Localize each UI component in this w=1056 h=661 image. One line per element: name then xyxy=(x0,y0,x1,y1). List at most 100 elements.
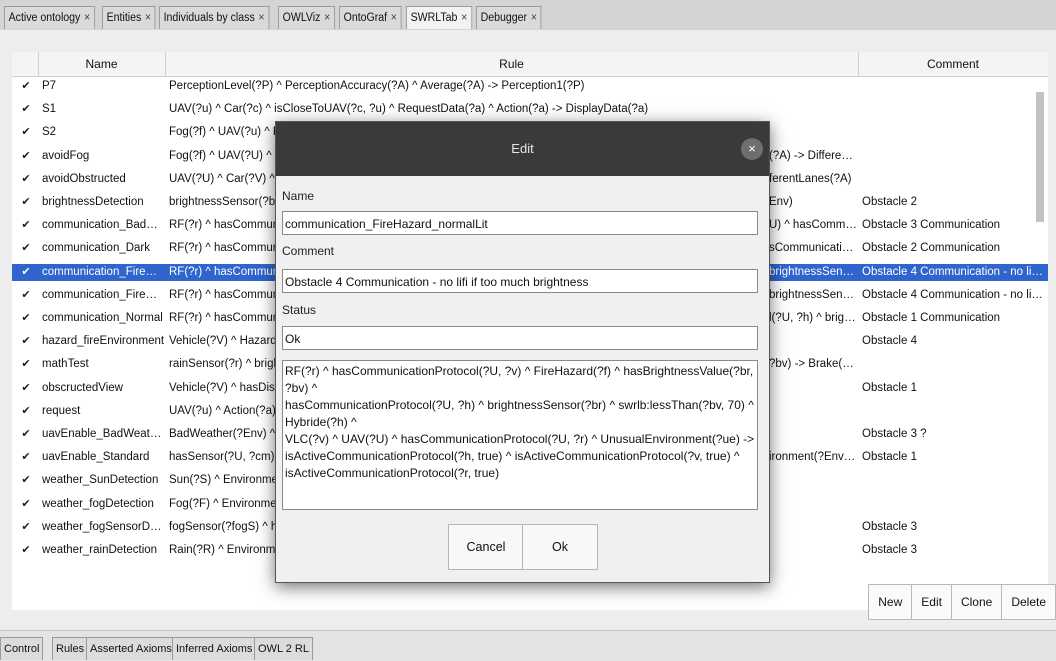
bottom-tab-bar: Control Rules Asserted Axioms Inferred Axio… xyxy=(0,630,1056,661)
close-tab-icon[interactable]: × xyxy=(391,12,397,24)
rule-body-tail: l(?U, ?h) ^ brightn... xyxy=(769,312,857,324)
header-check-col xyxy=(12,52,39,76)
rule-comment-cell xyxy=(862,496,1046,513)
table-row[interactable]: ✔ P7 PerceptionLevel(?P) ^ PerceptionAccur… xyxy=(12,78,1048,95)
enabled-checkbox[interactable]: ✔ xyxy=(20,474,32,487)
rule-name-cell: avoidObstructed xyxy=(42,172,126,185)
enabled-checkbox[interactable]: ✔ xyxy=(20,219,32,232)
close-icon[interactable]: × xyxy=(741,138,763,160)
enabled-checkbox[interactable]: ✔ xyxy=(20,289,32,302)
enabled-checkbox[interactable]: ✔ xyxy=(20,335,32,348)
rule-name-cell: weather_fogSensorDetec... xyxy=(42,520,165,533)
rule-name-cell: weather_fogDetection xyxy=(42,497,154,510)
rule-comment-cell: Obstacle 2 Communication xyxy=(862,242,1001,255)
rule-name-cell: uavEnable_Standard xyxy=(42,451,150,464)
rule-body-tail xyxy=(769,78,857,95)
ok-button[interactable]: Ok xyxy=(522,524,598,570)
workspace-tab[interactable]: OntoGraf × xyxy=(338,6,402,29)
delete-rule-button[interactable]: Delete xyxy=(1001,584,1056,620)
workspace-tab-label: Individuals by class xyxy=(163,12,255,24)
bottom-tab[interactable]: OWL 2 RL xyxy=(254,637,313,660)
rule-name-cell: communication_FireHazar... xyxy=(42,288,165,301)
rule-comment-cell: Obstacle 1 xyxy=(862,451,917,464)
workspace-tab-label: Debugger xyxy=(481,12,528,24)
enabled-checkbox[interactable]: ✔ xyxy=(20,428,32,441)
enabled-checkbox[interactable]: ✔ xyxy=(20,150,32,163)
rule-name-cell: uavEnable_BadWeather xyxy=(42,428,165,440)
status-label: Status xyxy=(282,303,317,317)
rule-comment-cell xyxy=(862,472,1046,489)
enabled-checkbox[interactable]: ✔ xyxy=(20,196,32,209)
rule-body-tail: U) ^ hasCommuni... xyxy=(769,219,857,232)
rule-body-tail: (?A) -> DifferentL... xyxy=(769,149,857,162)
enabled-checkbox[interactable]: ✔ xyxy=(20,242,32,255)
rule-text-area[interactable]: RF(?r) ^ hasCommunicationProtocol(?U, ?v… xyxy=(282,360,758,510)
rule-body-tail xyxy=(769,496,857,513)
rule-comment-cell xyxy=(862,403,1046,420)
name-label: Name xyxy=(282,189,315,203)
table-header: Name Rule Comment xyxy=(12,52,1048,77)
rule-comment-cell: Obstacle 1 Communication xyxy=(862,312,1001,324)
rule-body-tail: Env) xyxy=(769,196,793,208)
bottom-tab[interactable]: Asserted Axioms xyxy=(86,637,176,660)
workspace-tab[interactable]: Entities × xyxy=(101,6,156,29)
rule-comment-cell xyxy=(862,124,1046,141)
close-tab-icon[interactable]: × xyxy=(531,12,537,24)
workspace-tab[interactable]: Debugger × xyxy=(476,6,542,29)
enabled-checkbox[interactable]: ✔ xyxy=(20,266,32,279)
enabled-checkbox[interactable]: ✔ xyxy=(20,405,32,418)
table-row[interactable]: ✔ S1 UAV(?u) ^ Car(?c) ^ isCloseToUAV(?c, … xyxy=(12,101,1048,118)
comment-field[interactable]: Obstacle 4 Communication - no lifi if to… xyxy=(282,269,758,293)
rule-name-cell: avoidFog xyxy=(42,149,90,162)
rule-body-tail xyxy=(769,519,857,536)
enabled-checkbox[interactable]: ✔ xyxy=(20,126,32,139)
workspace-tab[interactable]: Active ontology × xyxy=(4,6,95,29)
workspace-tab-label: Entities xyxy=(106,12,142,24)
edit-rule-button[interactable]: Edit xyxy=(911,584,952,620)
rule-comment-cell: Obstacle 2 xyxy=(862,196,917,208)
workspace-tab-bar: Active ontology × Entities × Individuals by … xyxy=(0,0,1056,30)
close-tab-icon[interactable]: × xyxy=(259,12,265,24)
close-tab-icon[interactable]: × xyxy=(461,12,467,24)
enabled-checkbox[interactable]: ✔ xyxy=(20,80,32,93)
clone-rule-button[interactable]: Clone xyxy=(950,584,1003,620)
bottom-tab[interactable]: Inferred Axioms xyxy=(172,637,257,660)
workspace-tab[interactable]: OWLViz × xyxy=(277,6,335,29)
cancel-button[interactable]: Cancel xyxy=(448,524,524,570)
workspace-tabs: Active ontology × Entities × Individuals by … xyxy=(4,6,547,30)
close-tab-icon[interactable]: × xyxy=(84,12,90,24)
enabled-checkbox[interactable]: ✔ xyxy=(20,451,32,464)
rule-name-cell: obscructedView xyxy=(42,381,123,394)
enabled-checkbox[interactable]: ✔ xyxy=(20,498,32,511)
rule-body-tail: brightnessSensor... xyxy=(769,288,857,301)
header-name[interactable]: Name xyxy=(38,52,166,76)
header-rule[interactable]: Rule xyxy=(165,52,859,76)
enabled-checkbox[interactable]: ✔ xyxy=(20,544,32,557)
rule-name-cell: communication_Normal xyxy=(42,312,163,324)
enabled-checkbox[interactable]: ✔ xyxy=(20,312,32,325)
header-comment[interactable]: Comment xyxy=(858,52,1048,76)
rule-body-tail xyxy=(769,403,857,420)
enabled-checkbox[interactable]: ✔ xyxy=(20,521,32,534)
table-scrollbar[interactable] xyxy=(1036,92,1044,222)
rule-body-tail xyxy=(769,472,857,489)
enabled-checkbox[interactable]: ✔ xyxy=(20,103,32,116)
comment-label: Comment xyxy=(282,244,335,258)
bottom-tab[interactable]: Control xyxy=(0,637,44,660)
close-tab-icon[interactable]: × xyxy=(324,12,330,24)
workspace-tab[interactable]: SWRLTab × xyxy=(405,6,472,29)
rule-body-cell: PerceptionLevel(?P) ^ PerceptionAccuracy… xyxy=(169,80,585,92)
rule-body-tail xyxy=(769,333,857,350)
enabled-checkbox[interactable]: ✔ xyxy=(20,173,32,186)
enabled-checkbox[interactable]: ✔ xyxy=(20,358,32,371)
rule-comment-cell xyxy=(862,171,1046,188)
edit-rule-dialog: Edit × Name communication_FireHazard_nor… xyxy=(275,121,770,583)
bottom-tab[interactable]: Rules xyxy=(52,637,89,660)
rule-body-tail: ?bv) -> Brake(?a) xyxy=(769,358,857,371)
enabled-checkbox[interactable]: ✔ xyxy=(20,382,32,395)
workspace-tab[interactable]: Individuals by class × xyxy=(159,6,270,29)
name-field[interactable]: communication_FireHazard_normalLit xyxy=(282,211,758,235)
workspace-tab-label: OntoGraf xyxy=(343,12,387,24)
new-rule-button[interactable]: New xyxy=(868,584,913,620)
close-tab-icon[interactable]: × xyxy=(145,12,151,24)
